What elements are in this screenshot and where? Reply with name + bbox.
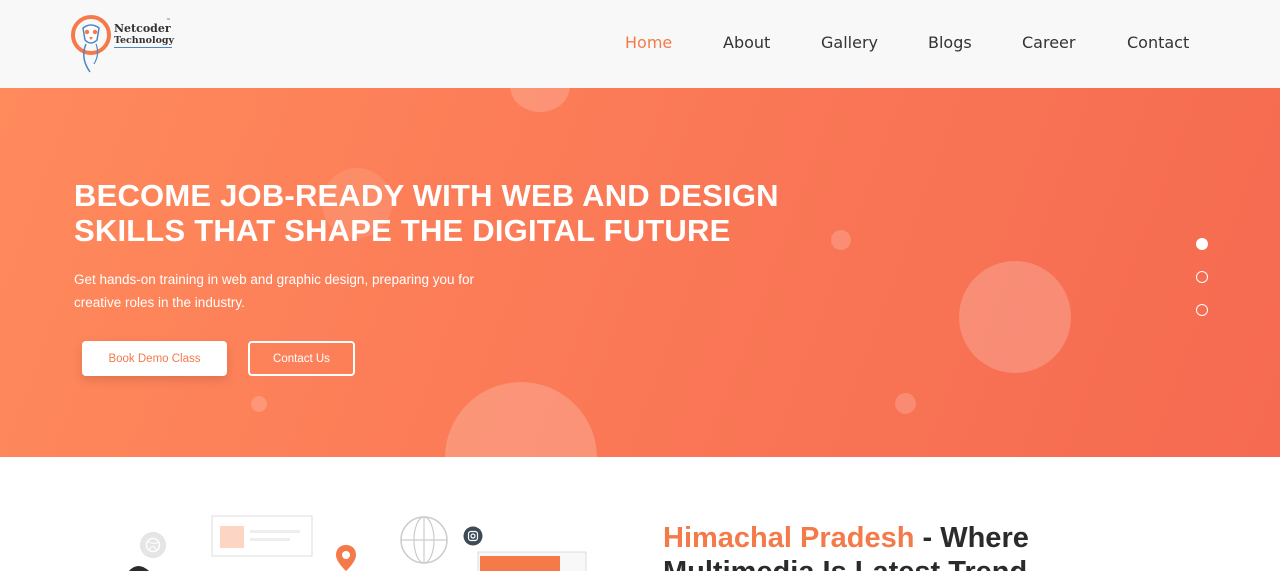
nav-home[interactable]: Home [625,33,672,52]
hero-subtitle: Get hands-on training in web and graphic… [74,268,574,314]
globe-icon [400,516,448,564]
dribbble-icon [139,531,167,559]
decor-bubble [445,382,597,457]
hero-title-line1: BECOME JOB-READY WITH WEB AND DESIGN [74,178,779,213]
nav-blogs[interactable]: Blogs [928,33,972,52]
decor-bubble [251,396,267,412]
hero-title-line2: SKILLS THAT SHAPE THE DIGITAL FUTURE [74,213,731,248]
slider-dot-3[interactable] [1196,304,1208,316]
trademark-symbol: ™ [166,18,171,24]
hero-subtitle-line1: Get hands-on training in web and graphic… [74,272,475,287]
decor-bubble [959,261,1071,373]
hero-title: BECOME JOB-READY WITH WEB AND DESIGN SKI… [74,178,834,248]
slider-dot-1[interactable] [1196,238,1208,250]
book-demo-button[interactable]: Book Demo Class [82,341,227,376]
section-heading-line2: Multimedia Is Latest Trend [663,555,1183,571]
contact-us-button[interactable]: Contact Us [248,341,355,376]
hero-subtitle-line2: creative roles in the industry. [74,295,245,310]
decor-bubble [895,393,916,414]
site-header: Netcoder Technology ™ Home About Gallery… [0,0,1280,88]
hero-slider: BECOME JOB-READY WITH WEB AND DESIGN SKI… [0,88,1280,457]
decor-bubble [831,230,851,250]
section-heading-rest: - Where [914,522,1029,554]
section-heading: Himachal Pradesh - Where Multimedia Is L… [663,521,1183,571]
nav-career[interactable]: Career [1022,33,1075,52]
instagram-icon [463,526,483,546]
section-heading-accent: Himachal Pradesh [663,522,915,554]
nav-contact[interactable]: Contact [1127,33,1189,52]
slider-dot-2[interactable] [1196,271,1208,283]
nav-gallery[interactable]: Gallery [821,33,878,52]
decor-bubble [510,88,570,112]
main-nav: Home About Gallery Blogs Career Contact [0,33,1280,55]
intro-section: Himachal Pradesh - Where Multimedia Is L… [0,457,1280,571]
location-pin-icon [336,545,356,571]
nav-about[interactable]: About [723,33,770,52]
